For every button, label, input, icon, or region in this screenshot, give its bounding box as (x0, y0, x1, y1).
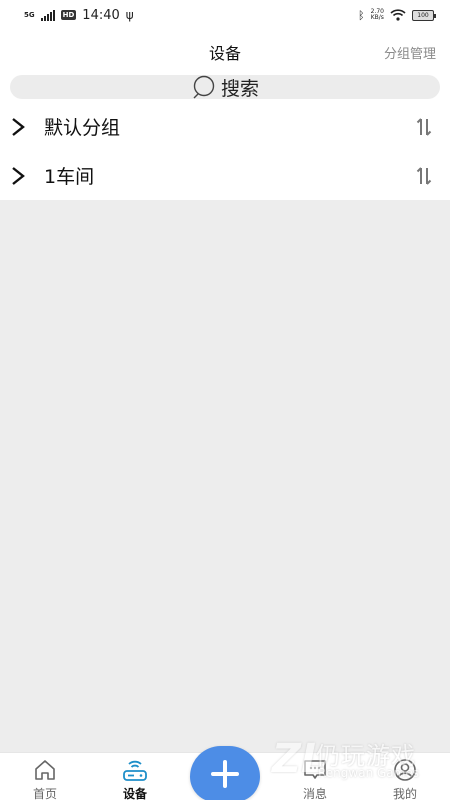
tab-label: 我的 (392, 787, 417, 800)
net-speed-unit: KB/s (370, 14, 384, 21)
group-name: 默认分组 (44, 117, 121, 139)
tab-label: 设备 (122, 787, 147, 800)
group-name: 1车间 (44, 166, 95, 188)
status-left: 5G HD 14:40 ψ (24, 8, 134, 23)
network-type: 5G (24, 11, 35, 19)
tab-label: 消息 (302, 787, 327, 800)
net-speed: 2.70 KB/s (371, 9, 384, 21)
tab-messages[interactable]: 消息 (280, 757, 350, 800)
search-input[interactable]: 搜索 (10, 75, 440, 100)
sort-icon[interactable] (414, 117, 434, 137)
user-icon (394, 759, 416, 781)
tab-mine[interactable]: 我的 (370, 757, 440, 800)
hd-badge: HD (60, 10, 77, 20)
message-icon (304, 760, 326, 779)
signal-icon (40, 9, 55, 21)
search-bar: 搜索 (0, 72, 450, 102)
sort-icon[interactable] (414, 166, 434, 186)
home-icon (35, 760, 55, 780)
tab-devices[interactable]: 设备 (100, 757, 170, 800)
search-icon (193, 75, 215, 99)
router-icon (123, 760, 147, 781)
status-right: ᛒ 2.70 KB/s 100 (358, 8, 436, 22)
wifi-icon (390, 9, 406, 21)
battery-icon: 100 (412, 9, 436, 21)
group-row-workshop[interactable]: 1车间 (0, 151, 450, 200)
tab-label: 首页 (32, 787, 57, 800)
battery-level: 100 (417, 11, 429, 19)
bluetooth-icon: ᛒ (358, 8, 365, 22)
usb-icon: ψ (125, 8, 134, 22)
search-label: 搜索 (220, 77, 259, 100)
group-management-button[interactable]: 分组管理 (384, 43, 436, 62)
status-bar: 5G HD 14:40 ψ ᛒ 2.70 KB/s 100 (0, 0, 450, 30)
chevron-right-icon[interactable] (4, 166, 32, 186)
status-time: 14:40 (82, 7, 120, 23)
plus-icon (211, 760, 239, 788)
nav-bar: 设备 分组管理 (0, 30, 450, 72)
tab-home[interactable]: 首页 (10, 757, 80, 800)
page-title: 设备 (208, 44, 241, 63)
group-list: 默认分组 1车间 (0, 102, 450, 200)
chevron-right-icon[interactable] (4, 117, 32, 137)
add-button[interactable] (190, 746, 260, 800)
group-row-default[interactable]: 默认分组 (0, 102, 450, 151)
